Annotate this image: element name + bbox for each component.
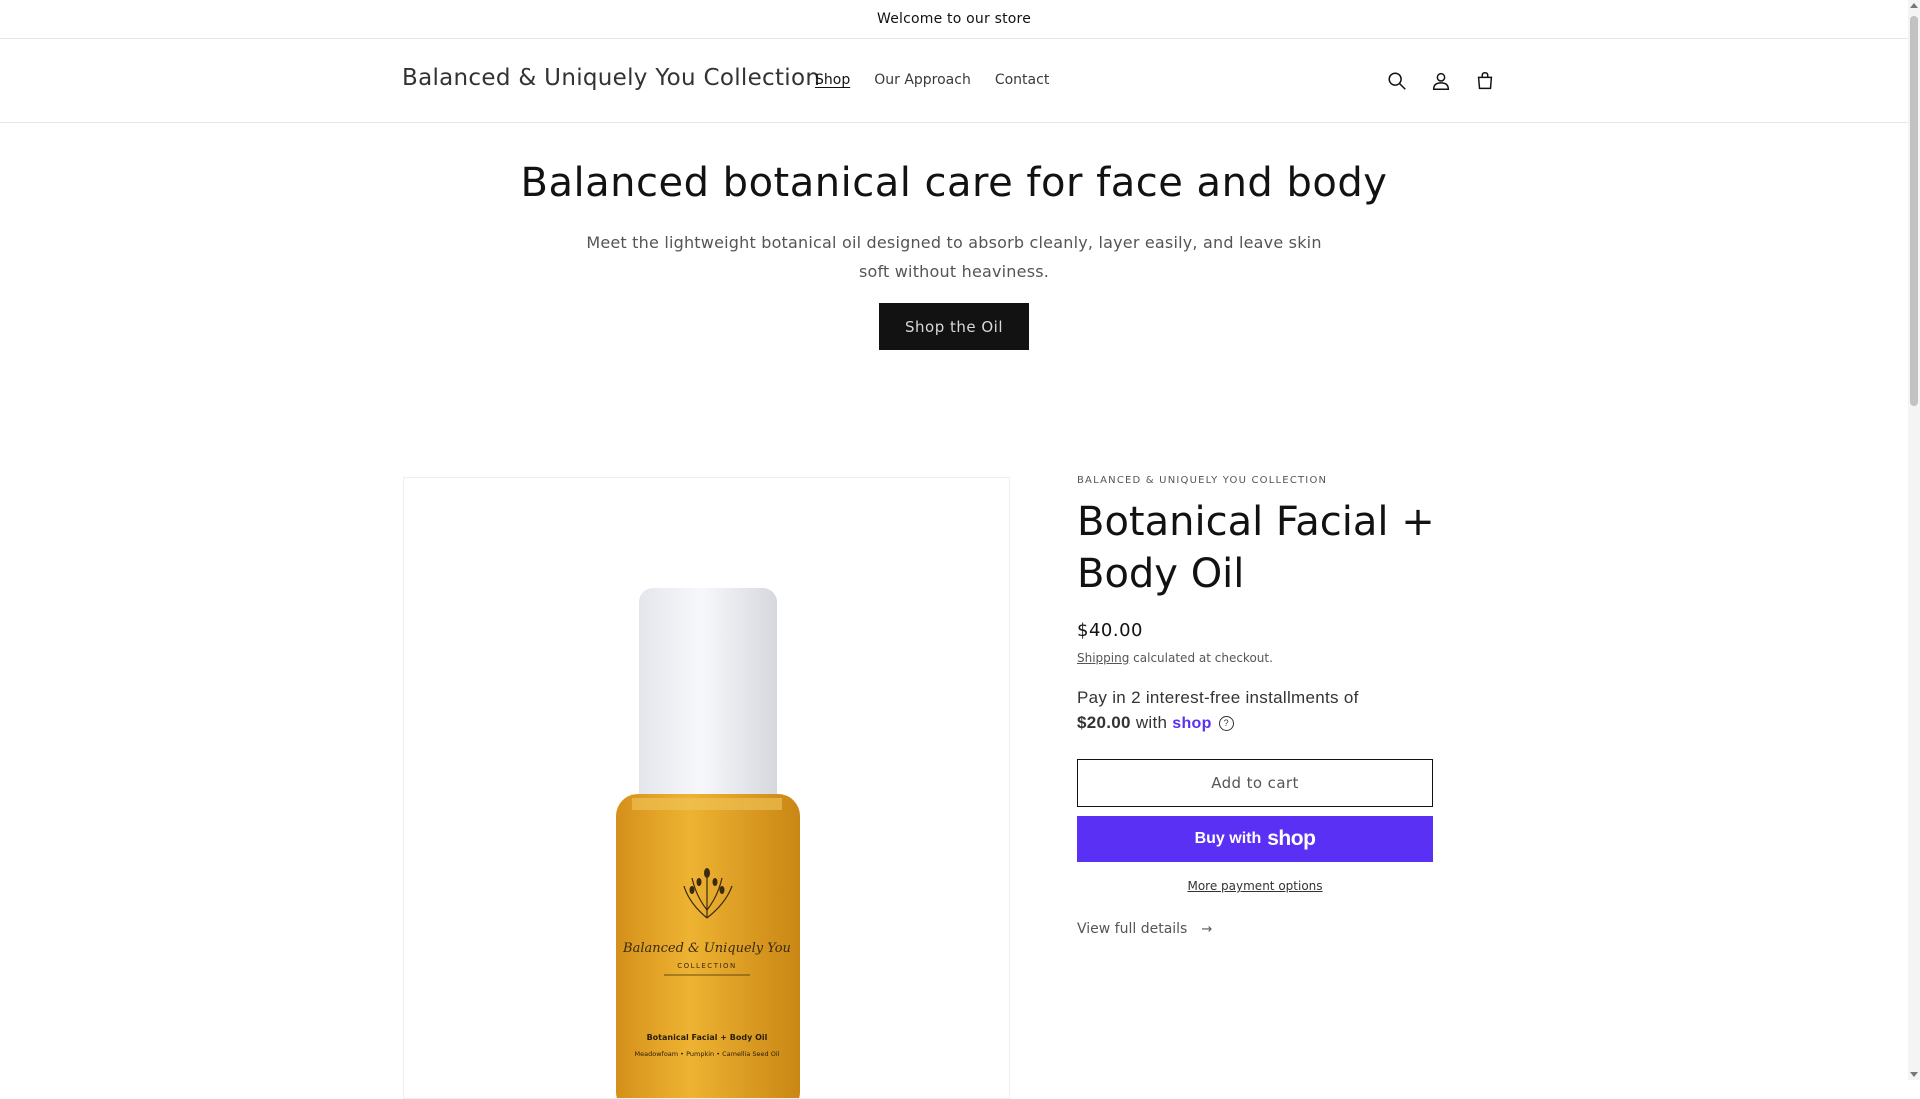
view-full-details-link[interactable]: View full details → (1077, 921, 1212, 937)
bottle-label-sub: COLLECTION (677, 962, 737, 970)
scroll-down-icon[interactable] (1910, 1072, 1918, 1077)
product-info: BALANCED & UNIQUELY YOU COLLECTION Botan… (1077, 475, 1437, 937)
header-icons (1382, 66, 1514, 96)
buy-with-shop-button[interactable]: Buy with shop (1077, 816, 1433, 862)
product-vendor: BALANCED & UNIQUELY YOU COLLECTION (1077, 475, 1328, 486)
installments-amount: $20.00 (1077, 713, 1131, 732)
installments-text: Pay in 2 interest-free installments of (1077, 688, 1359, 707)
help-icon[interactable]: ? (1218, 716, 1234, 732)
page-scrollbar[interactable] (1908, 0, 1920, 1080)
arrow-right-icon: → (1201, 921, 1213, 937)
product-image[interactable]: Balanced & Uniquely You COLLECTION Botan… (403, 477, 1010, 1099)
shipping-note: Shipping calculated at checkout. (1077, 651, 1437, 665)
nav-item-our-approach[interactable]: Our Approach (874, 72, 971, 88)
bottle-label-product: Botanical Facial + Body Oil (647, 1033, 768, 1042)
buy-with-label: Buy with (1194, 830, 1262, 847)
product-price: $40.00 (1077, 620, 1143, 641)
more-payment-options-link[interactable]: More payment options (1077, 879, 1433, 893)
product-title: Botanical Facial + Body Oil (1077, 499, 1435, 597)
scroll-thumb[interactable] (1910, 16, 1918, 406)
oil-bottle-illustration: Balanced & Uniquely You COLLECTION Botan… (616, 588, 800, 1098)
installments-with: with (1130, 713, 1173, 732)
main-nav: Shop Our Approach Contact (815, 72, 1073, 88)
hero-description: Meet the lightweight botanical oil desig… (586, 233, 1322, 281)
scroll-up-icon[interactable] (1910, 3, 1918, 8)
search-icon[interactable] (1382, 66, 1412, 96)
shop-logo: shop (1267, 827, 1316, 850)
shipping-text: calculated at checkout. (1129, 651, 1273, 665)
store-logo[interactable]: Balanced & Uniquely You Collection (402, 65, 820, 91)
shop-pay-brand: shop (1172, 715, 1212, 732)
nav-item-shop[interactable]: Shop (815, 72, 850, 88)
bottle-label-ingredients: Meadowfoam • Pumpkin • Camellia Seed Oil (635, 1050, 780, 1058)
bottle-label-brand: Balanced & Uniquely You (622, 941, 791, 956)
add-to-cart-button[interactable]: Add to cart (1077, 759, 1433, 807)
view-full-details-label: View full details (1077, 921, 1188, 937)
shop-pay-installments: Pay in 2 interest-free installments of $… (1077, 685, 1437, 736)
account-icon[interactable] (1426, 66, 1456, 96)
cart-icon[interactable] (1470, 66, 1500, 96)
shop-the-oil-button[interactable]: Shop the Oil (879, 303, 1029, 350)
site-header: Balanced & Uniquely You Collection Shop … (0, 39, 1908, 123)
announcement-text: Welcome to our store (876, 11, 1032, 27)
hero-title: Balanced botanical care for face and bod… (520, 160, 1388, 206)
hero-section: Balanced botanical care for face and bod… (0, 160, 1908, 350)
nav-item-contact[interactable]: Contact (995, 72, 1049, 88)
shipping-link[interactable]: Shipping (1077, 651, 1129, 665)
announcement-bar: Welcome to our store (0, 0, 1908, 39)
